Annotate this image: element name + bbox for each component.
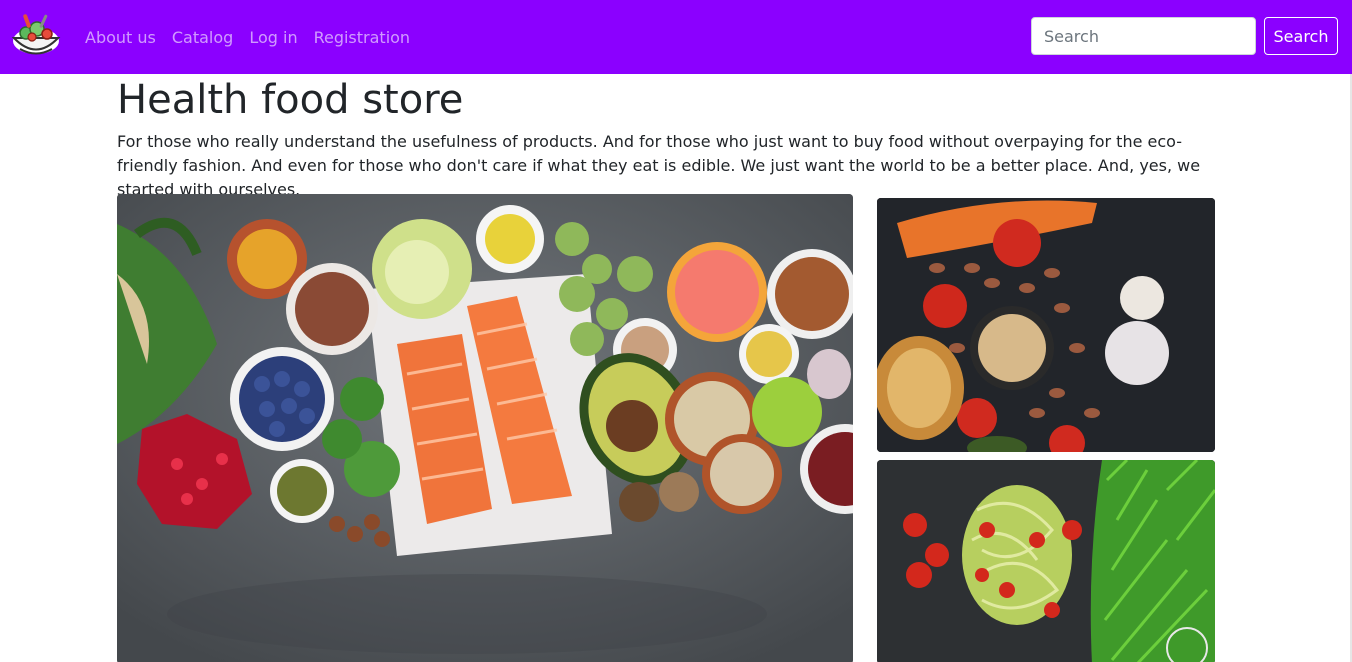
nav-link-log-in[interactable]: Log in — [249, 28, 297, 47]
salad-bowl-icon[interactable] — [10, 11, 62, 61]
lead-paragraph: For those who really understand the usef… — [117, 132, 1201, 199]
nav-link-about-us[interactable]: About us — [85, 28, 156, 47]
navbar: About us Catalog Log in Registration Sea… — [0, 0, 1352, 74]
nav-link-registration[interactable]: Registration — [314, 28, 410, 47]
vegetables-nuts-photo — [877, 198, 1215, 452]
nav-links: About us Catalog Log in Registration — [85, 0, 410, 74]
zucchini-noodles-photo — [877, 460, 1215, 662]
search-input[interactable] — [1031, 17, 1256, 55]
nav-link-catalog[interactable]: Catalog — [172, 28, 233, 47]
page-title: Health food store — [117, 77, 464, 123]
search-button[interactable]: Search — [1264, 17, 1338, 55]
healthy-food-spread-photo — [117, 194, 853, 662]
